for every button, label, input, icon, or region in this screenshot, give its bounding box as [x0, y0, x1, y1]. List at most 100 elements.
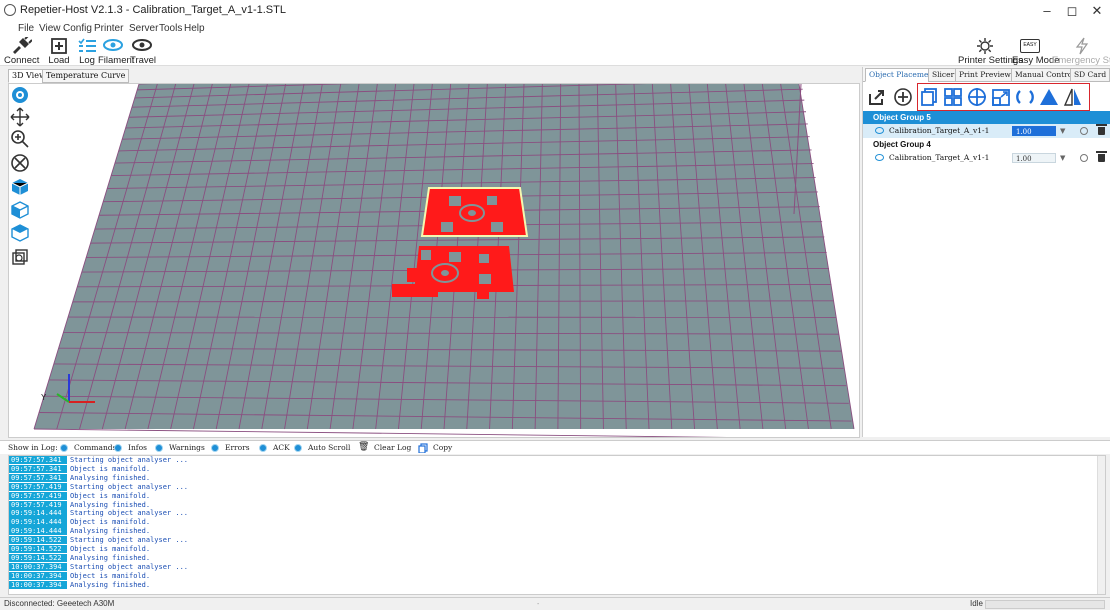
calibration-target-selected[interactable]	[420, 187, 529, 237]
infos-toggle[interactable]: Infos	[128, 443, 147, 452]
easy-mode-button[interactable]: EASY Easy Mode	[1012, 36, 1060, 66]
clear-log-button[interactable]: Clear Log	[374, 443, 411, 452]
add-object-icon[interactable]	[893, 87, 913, 107]
log-scrollbar[interactable]	[1097, 456, 1105, 594]
export-icon[interactable]	[867, 87, 887, 107]
log-timestamp: 09:59:14.444	[9, 509, 67, 518]
log-timestamp: 09:57:57.341	[9, 464, 67, 474]
emergency-stop-label: Emergency Stop	[1052, 55, 1110, 66]
log-row: 09:57:57.419 Object is manifold.	[9, 491, 1099, 500]
menu-view[interactable]: View	[39, 23, 61, 34]
emergency-stop-button[interactable]: Emergency Stop	[1048, 36, 1110, 66]
log-row: 09:57:57.341 Analysing finished.	[9, 473, 1099, 482]
plug-icon	[13, 37, 32, 54]
show-in-log-label: Show in Log:	[8, 443, 58, 452]
ack-toggle-icon[interactable]	[259, 444, 267, 452]
commands-toggle-icon[interactable]	[60, 444, 68, 452]
filament-button[interactable]: Filament	[98, 36, 134, 66]
tab-temperature-curve[interactable]: Temperature Curve	[42, 69, 130, 83]
printer-state: Idle	[970, 599, 983, 608]
log-timestamp: 09:57:57.419	[9, 491, 67, 500]
tab-sd-card[interactable]: SD Card	[1070, 68, 1110, 82]
log-timestamp: 09:57:57.341	[9, 473, 67, 482]
infos-toggle-icon[interactable]	[114, 444, 122, 452]
errors-toggle[interactable]: Errors	[225, 443, 250, 452]
trash-icon[interactable]: 🗑	[358, 442, 369, 452]
object-row[interactable]: Calibration_Target_A_v1-1 1.00 ▼	[863, 124, 1110, 138]
log-timestamp: 10:00:37.394	[9, 562, 67, 571]
log-timestamp: 09:59:14.522	[9, 536, 67, 545]
zoom-icon[interactable]	[10, 129, 30, 149]
menu-printer[interactable]: Printer	[94, 23, 123, 34]
fit-view-icon[interactable]	[10, 153, 30, 173]
close-button[interactable]: ✕	[1082, 3, 1110, 19]
warnings-toggle-icon[interactable]	[155, 444, 163, 452]
object-scale-field[interactable]: 1.00	[1012, 126, 1056, 136]
log-message: Starting object analyser ...	[70, 482, 189, 491]
settings-icon	[977, 38, 993, 54]
print-bed-scene[interactable]: Y	[9, 84, 860, 438]
menu-help[interactable]: Help	[184, 23, 205, 34]
tab-print-preview[interactable]: Print Preview	[955, 68, 1015, 82]
auto-scroll-toggle[interactable]: Auto Scroll	[308, 443, 350, 452]
object-settings-icon[interactable]	[1080, 154, 1088, 162]
log-row: 09:57:57.341 Starting object analyser ...	[9, 456, 1099, 465]
top-view-icon[interactable]	[10, 223, 30, 243]
status-separator: -	[537, 601, 540, 608]
printer-settings-label: Printer Settings	[958, 55, 1023, 66]
load-file-icon	[51, 38, 67, 54]
trash-icon[interactable]	[1096, 151, 1107, 162]
log-timestamp: 09:57:57.419	[9, 500, 67, 509]
log-panel[interactable]: 09:57:57.341 Starting object analyser ...…	[8, 455, 1106, 595]
object-scale-field[interactable]: 1.00	[1012, 153, 1056, 163]
printer-settings-button[interactable]: Printer Settings	[958, 36, 1023, 66]
log-message: Analysing finished.	[70, 473, 151, 482]
move-view-icon[interactable]	[10, 107, 30, 127]
menu-config[interactable]: Config	[63, 23, 92, 34]
tab-manual-control[interactable]: Manual Control	[1011, 68, 1079, 82]
right-panel-tabs: Object Placement Slicer Print Preview Ma…	[863, 67, 1110, 82]
rotate-view-icon[interactable]	[10, 85, 30, 105]
ack-toggle[interactable]: ACK	[273, 443, 290, 452]
copy-icon[interactable]	[418, 443, 428, 453]
warnings-toggle[interactable]: Warnings	[169, 443, 205, 452]
log-message: Object is manifold.	[70, 545, 151, 553]
commands-toggle[interactable]: Commands	[74, 443, 116, 452]
copy-log-button[interactable]: Copy	[433, 443, 452, 452]
menu-file[interactable]: File	[18, 23, 34, 34]
connect-button[interactable]: Connect	[4, 36, 39, 66]
status-bar: Disconnected: Geeetech A30M - Idle	[0, 597, 1110, 610]
chevron-down-icon[interactable]: ▼	[1060, 124, 1065, 138]
errors-toggle-icon[interactable]	[211, 444, 219, 452]
object-group-4[interactable]: Object Group 4	[863, 138, 1110, 151]
log-row: 09:59:14.522 Object is manifold.	[9, 545, 1099, 554]
front-view-icon[interactable]	[10, 200, 30, 220]
load-button[interactable]: Load	[46, 36, 72, 66]
visibility-eye-icon[interactable]	[875, 127, 884, 134]
log-message: Object is manifold.	[70, 571, 151, 580]
chevron-down-icon[interactable]: ▼	[1060, 151, 1065, 165]
visibility-eye-icon[interactable]	[875, 154, 884, 161]
object-row[interactable]: Calibration_Target_A_v1-1 1.00 ▼	[863, 151, 1110, 165]
iso-view-icon[interactable]	[10, 177, 30, 197]
load-label: Load	[48, 55, 70, 66]
trash-icon[interactable]	[1096, 124, 1107, 135]
log-timestamp: 10:00:37.394	[9, 571, 67, 580]
side-view-icon[interactable]	[10, 247, 30, 267]
highlight-box	[917, 83, 1090, 111]
tab-slicer[interactable]: Slicer	[928, 68, 959, 82]
print-progress-bar	[985, 600, 1105, 609]
menu-tools[interactable]: Tools	[159, 23, 182, 34]
log-button[interactable]: Log	[76, 36, 98, 66]
menu-server[interactable]: Server	[129, 23, 158, 34]
easy-mode-icon: EASY	[1020, 39, 1040, 53]
object-settings-icon[interactable]	[1080, 127, 1088, 135]
log-message: Starting object analyser ...	[70, 509, 189, 518]
log-timestamp: 09:59:14.522	[9, 545, 67, 554]
travel-button[interactable]: Travel	[130, 36, 157, 66]
travel-label: Travel	[130, 55, 157, 66]
log-row: 09:59:14.444 Analysing finished.	[9, 527, 1099, 536]
object-group-5[interactable]: Object Group 5	[863, 111, 1110, 124]
3d-view-canvas[interactable]: Y	[8, 83, 860, 438]
auto-scroll-toggle-icon[interactable]	[294, 444, 302, 452]
